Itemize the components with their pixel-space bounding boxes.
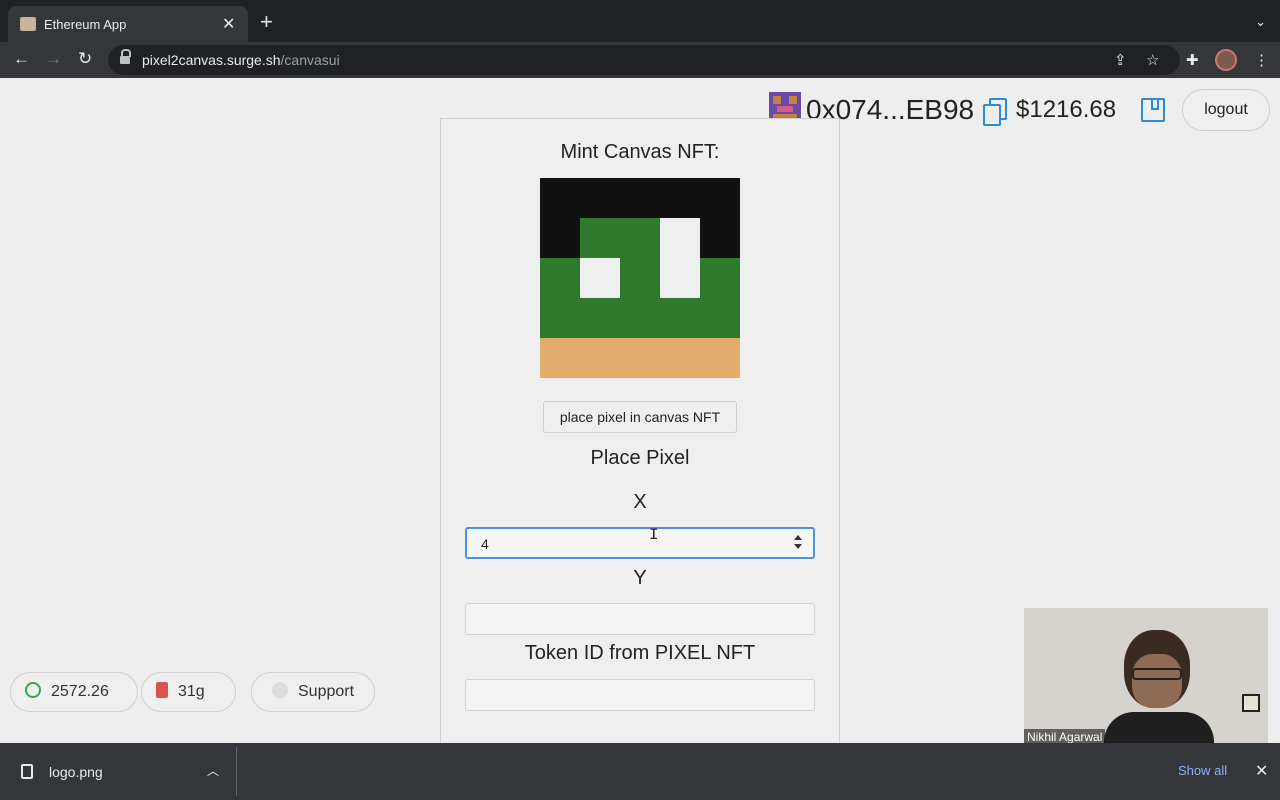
url-text[interactable]: pixel2canvas.surge.sh/canvasui [142,52,340,68]
tab-title: Ethereum App [44,17,127,32]
x-input[interactable]: 4 [465,527,815,559]
divider [236,747,237,796]
browser-tab[interactable]: Ethereum App ✕ [8,6,248,42]
downloads-bar: logo.png ︿ Show all ✕ [0,743,1280,800]
favicon-icon [20,17,36,31]
chevron-up-icon[interactable]: ︿ [207,762,219,779]
tab-search-icon[interactable]: ⌄ [1255,14,1266,30]
y-label: Y [633,567,647,589]
reload-icon[interactable]: ↻ [78,49,92,69]
x-input-value: 4 [481,536,489,552]
copy-icon[interactable] [983,98,1007,126]
lock-icon[interactable] [120,49,131,65]
coins-pill[interactable]: 2572.26 [10,672,138,712]
wallet-icon[interactable] [1141,98,1165,122]
support-label: Support [298,683,355,700]
page-content: 0x074...EB98 $1216.68 logout Mint Canvas… [0,78,1280,743]
mint-title: Mint Canvas NFT: [560,141,720,163]
show-all-link[interactable]: Show all [1178,763,1227,778]
person-face [1132,654,1182,708]
file-icon [21,764,33,779]
dollar-icon [25,682,41,698]
share-icon[interactable]: ⇪ [1114,51,1127,69]
y-input[interactable] [465,603,815,635]
canvas-nft-image [540,178,740,378]
text-cursor-icon: I [649,526,659,544]
cup-icon [156,682,168,698]
grams-value: 31g [178,683,205,700]
wallet-balance: $1216.68 [1016,96,1117,123]
star-icon[interactable]: ☆ [1146,51,1159,69]
back-icon[interactable]: ← [13,49,30,69]
browser-tab-bar: Ethereum App ✕ + ⌄ [0,0,1280,42]
x-label: X [633,491,647,513]
person-glasses [1132,668,1182,680]
number-spinner-icon[interactable] [793,534,803,552]
picture-frame [1242,694,1260,712]
coins-value: 2572.26 [51,683,109,700]
forward-icon[interactable]: → [45,49,62,69]
new-tab-icon[interactable]: + [260,11,273,33]
place-pixel-heading: Place Pixel [590,447,690,469]
place-pixel-button[interactable]: place pixel in canvas NFT [543,401,737,433]
token-id-input[interactable] [465,679,815,711]
video-call-overlay: Nikhil Agarwal [1024,608,1268,743]
browser-toolbar: ← → ↻ pixel2canvas.surge.sh/canvasui ⇪ ☆… [0,42,1280,78]
tab-close-icon[interactable]: ✕ [222,14,235,34]
profile-avatar[interactable] [1215,49,1237,71]
address-bar[interactable]: pixel2canvas.surge.sh/canvasui ⇪ ☆ [108,45,1180,75]
logout-button[interactable]: logout [1182,89,1270,131]
token-id-label: Token ID from PIXEL NFT [524,642,756,664]
person-body [1104,712,1214,743]
participant-name: Nikhil Agarwal [1024,729,1106,743]
close-icon[interactable]: ✕ [1255,761,1268,781]
chat-icon [272,682,288,698]
extensions-icon[interactable]: ✚ [1186,51,1199,69]
mint-panel: Mint Canvas NFT: place pixel in canvas N… [440,118,840,743]
grams-pill[interactable]: 31g [141,672,236,712]
download-file-name[interactable]: logo.png [49,764,103,780]
menu-icon[interactable]: ⋮ [1254,51,1269,69]
support-button[interactable]: Support [251,672,375,712]
